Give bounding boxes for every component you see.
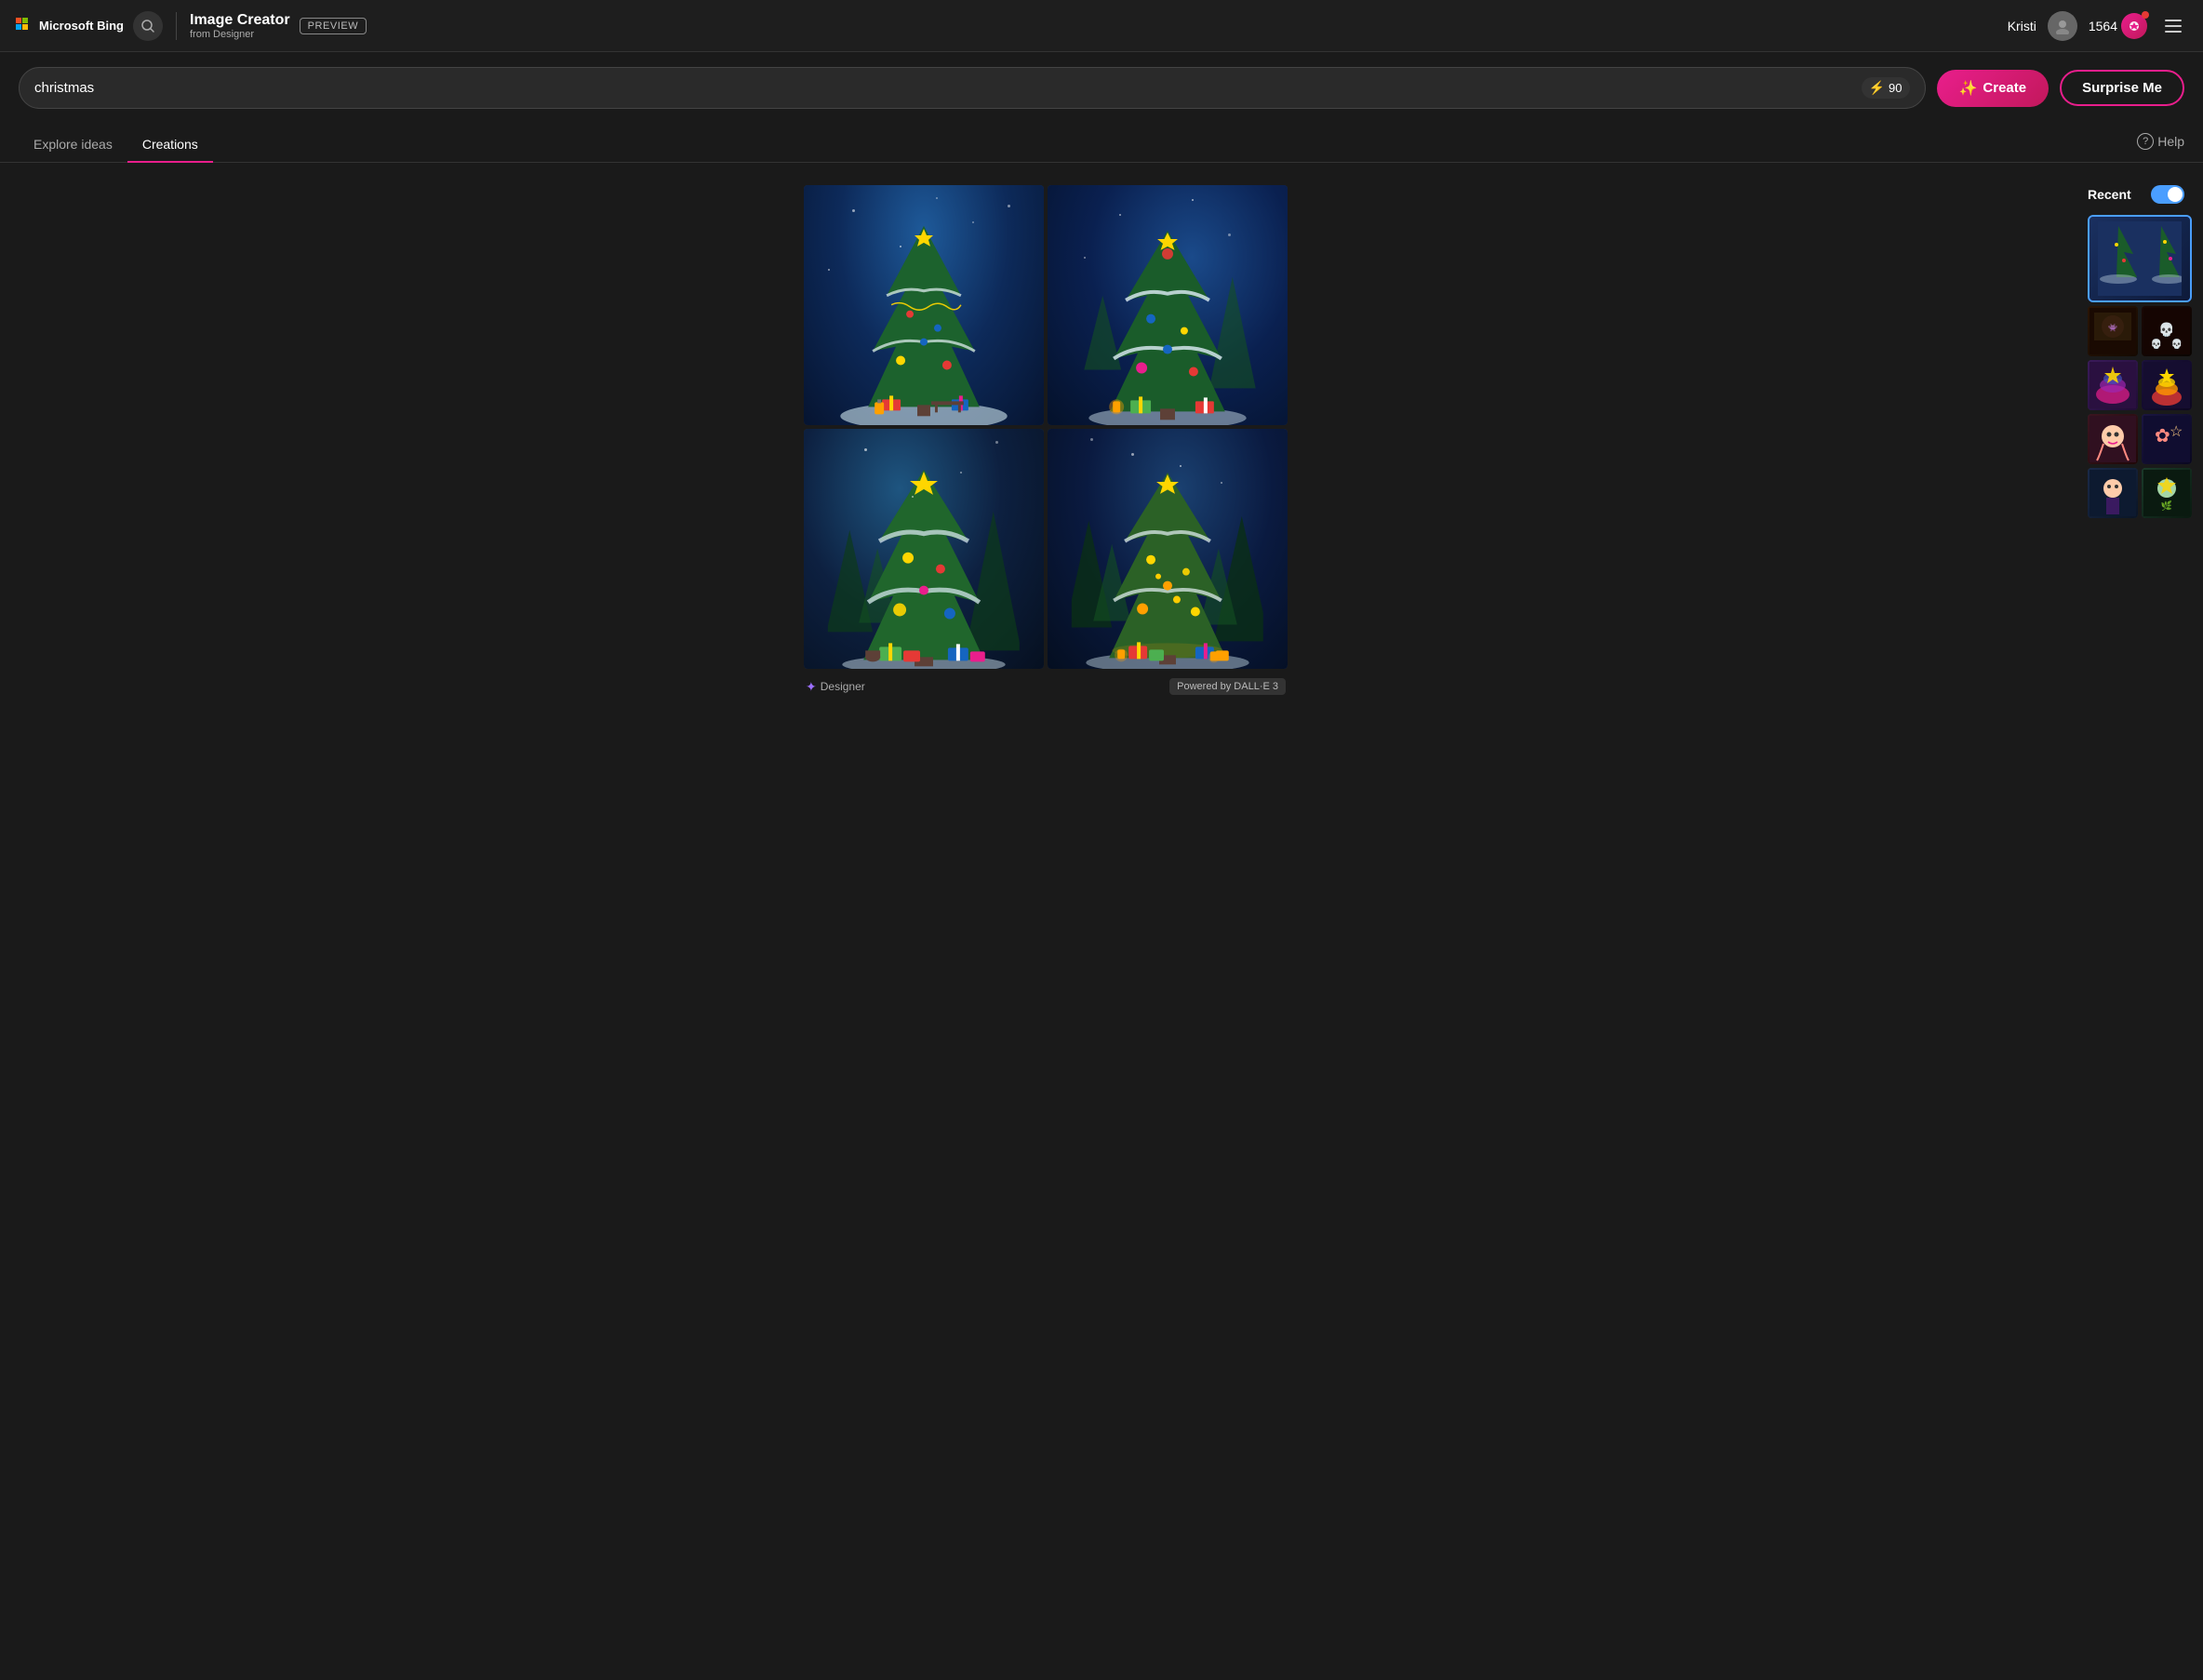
user-name[interactable]: Kristi — [2008, 19, 2036, 33]
recent-toggle[interactable] — [2151, 185, 2184, 204]
recent-thumb-colorful-2[interactable] — [2142, 360, 2192, 410]
recent-row-4: ✿ ☆ — [2088, 414, 2184, 464]
designer-text: Designer — [821, 680, 865, 693]
surprise-button[interactable]: Surprise Me — [2060, 70, 2184, 106]
image-cell-4[interactable] — [1048, 429, 1288, 669]
designer-icon: ✦ — [806, 679, 817, 695]
app-subtitle: from Designer — [190, 29, 290, 40]
tab-explore-label: Explore ideas — [33, 137, 113, 152]
header-right: Kristi 1564 — [2008, 11, 2188, 41]
header-divider — [176, 12, 177, 40]
hamburger-line-2 — [2165, 25, 2182, 27]
recent-thumb-dark-1[interactable]: 👾 — [2088, 306, 2138, 356]
header: Microsoft Bing Image Creator from Design… — [0, 0, 2203, 52]
toggle-knob — [2168, 187, 2183, 202]
hamburger-icon[interactable] — [2158, 11, 2188, 41]
svg-text:☆: ☆ — [2170, 424, 2183, 440]
recent-grid: 👾 💀 💀 💀 — [2088, 215, 2184, 518]
image-cell-2[interactable] — [1048, 185, 1288, 425]
boost-icon: ⚡ — [1869, 80, 1885, 96]
user-avatar[interactable] — [2048, 11, 2077, 41]
image-footer: ✦ Designer Powered by DALL·E 3 — [804, 678, 1288, 695]
tab-creations[interactable]: Creations — [127, 127, 213, 163]
sidebar: Recent — [2073, 185, 2184, 1653]
svg-text:✿: ✿ — [2155, 426, 2170, 447]
coins-icon[interactable] — [2121, 13, 2147, 39]
boost-count: 90 — [1889, 81, 1902, 95]
search-bar: christmas ⚡ 90 — [19, 67, 1926, 109]
recent-thumb-dark-2[interactable]: 💀 💀 💀 — [2142, 306, 2192, 356]
recent-row-2: 👾 💀 💀 💀 — [2088, 306, 2184, 356]
coins-display: 1564 — [2089, 13, 2147, 39]
search-icon-header[interactable] — [133, 11, 163, 41]
surprise-label: Surprise Me — [2082, 80, 2162, 96]
image-cell-1[interactable] — [804, 185, 1044, 425]
recent-thumb-large-1[interactable] — [2088, 215, 2192, 302]
image-cell-3[interactable] — [804, 429, 1044, 669]
recent-thumb-colorful-1[interactable] — [2088, 360, 2138, 410]
tabs-section: Explore ideas Creations ? Help — [0, 124, 2203, 163]
help-label: Help — [2157, 134, 2184, 149]
bing-logo[interactable]: Microsoft Bing — [15, 17, 124, 35]
dall-e-text: Powered by DALL·E 3 — [1177, 681, 1278, 692]
bing-logo-icon — [15, 17, 33, 35]
app-title: Image Creator — [190, 12, 290, 29]
images-grid — [804, 185, 1288, 669]
recent-thumb-anime-2[interactable]: ✿ ☆ — [2142, 414, 2192, 464]
create-button[interactable]: ✨ Create — [1937, 70, 2049, 107]
recent-thumb-anime-1[interactable] — [2088, 414, 2138, 464]
svg-text:🌿: 🌿 — [2161, 500, 2172, 512]
search-input[interactable]: christmas — [34, 80, 1854, 96]
designer-label: ✦ Designer — [806, 679, 865, 695]
hamburger-line-3 — [2165, 31, 2182, 33]
tab-explore[interactable]: Explore ideas — [19, 127, 127, 163]
svg-text:👾: 👾 — [2108, 324, 2117, 332]
help-icon: ? — [2137, 133, 2154, 150]
svg-text:💀: 💀 — [2171, 338, 2183, 350]
coins-count: 1564 — [2089, 19, 2117, 33]
hamburger-line-1 — [2165, 20, 2182, 21]
recent-row-5: 🌿 — [2088, 468, 2184, 518]
create-icon: ✨ — [1959, 79, 1978, 98]
svg-text:💀: 💀 — [2158, 322, 2174, 338]
recent-thumb-mixed-1[interactable] — [2088, 468, 2138, 518]
sidebar-header: Recent — [2088, 185, 2184, 204]
create-label: Create — [1983, 80, 2026, 96]
brand-title: Image Creator from Designer — [190, 12, 290, 40]
svg-text:💀: 💀 — [2151, 338, 2162, 350]
bing-logo-text: Microsoft Bing — [39, 19, 124, 33]
images-section: ✦ Designer Powered by DALL·E 3 — [19, 185, 2073, 1653]
main-content: ✦ Designer Powered by DALL·E 3 Recent — [0, 163, 2203, 1675]
dall-e-badge: Powered by DALL·E 3 — [1169, 678, 1286, 695]
search-section: christmas ⚡ 90 ✨ Create Surprise Me — [0, 52, 2203, 124]
recent-thumb-mixed-2[interactable]: 🌿 — [2142, 468, 2192, 518]
help-link[interactable]: ? Help — [2137, 133, 2184, 157]
recent-row-3 — [2088, 360, 2184, 410]
recent-label: Recent — [2088, 187, 2131, 202]
preview-badge: PREVIEW — [300, 18, 367, 34]
boost-badge: ⚡ 90 — [1862, 77, 1910, 99]
tab-creations-label: Creations — [142, 137, 198, 152]
